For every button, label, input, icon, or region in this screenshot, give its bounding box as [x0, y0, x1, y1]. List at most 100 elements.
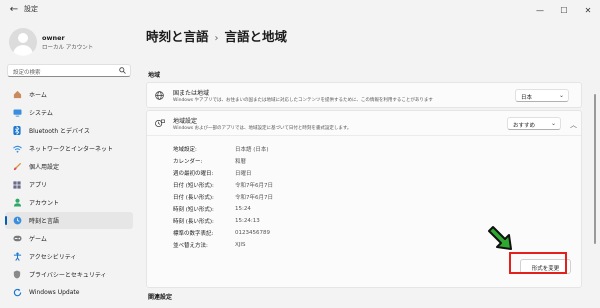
sidebar-item-label: アカウント — [29, 200, 60, 207]
chevron-up-icon[interactable]: ︿ — [570, 120, 577, 130]
search-icon — [119, 67, 126, 76]
account-icon — [9, 194, 25, 211]
format-key: 標準の数字表記: — [173, 231, 214, 237]
format-value: 15:24:13 — [235, 218, 260, 224]
sidebar-item-apps[interactable]: アプリ — [5, 176, 133, 193]
chevron-down-icon: ⌄ — [558, 92, 564, 99]
accessibility-icon — [9, 248, 25, 265]
sidebar-item-label: アクセシビリティ — [29, 254, 77, 261]
window-title: 設定 — [24, 5, 38, 13]
regional-format-icon — [155, 119, 165, 130]
format-row: 日付 (長い形式): 令和7年6月7日 — [173, 191, 473, 203]
highlight-box — [509, 252, 567, 274]
sidebar-item-network[interactable]: ネットワークとインターネット — [5, 140, 133, 157]
format-key: 日付 (長い形式): — [173, 195, 214, 201]
format-value: XJIS — [235, 242, 246, 248]
page-title: 言語と地域 — [224, 29, 288, 44]
apps-icon — [9, 176, 25, 193]
format-row: 週の最初の曜日: 日曜日 — [173, 167, 473, 179]
system-icon — [9, 104, 25, 121]
search-input[interactable]: 設定の検索 — [7, 64, 131, 77]
format-row: 並べ替え方法: XJIS — [173, 239, 473, 251]
sidebar-item-label: Bluetooth とデバイス — [29, 128, 90, 135]
section-region-heading: 地域 — [148, 72, 161, 79]
regional-format-dropdown[interactable]: おすすめ ⌄ — [507, 117, 561, 130]
sidebar-nav: ホーム システム Bluetooth とデバイス ネットワークとインターネット — [5, 86, 133, 302]
country-dropdown[interactable]: 日本 ⌄ — [515, 89, 569, 102]
brush-icon — [9, 158, 25, 175]
sidebar-item-privacy[interactable]: プライバシーとセキュリティ — [5, 266, 133, 283]
breadcrumb-parent[interactable]: 時刻と言語 — [146, 29, 209, 44]
format-value: 15:24 — [235, 206, 251, 212]
country-region-card: 国または地域 Windows やアプリでは、お住まいの国または地域に対応したコン… — [146, 82, 582, 108]
sidebar-item-time-language[interactable]: 時刻と言語 — [5, 212, 133, 229]
sidebar-item-label: システム — [29, 110, 53, 117]
format-row: 標準の数字表記: 0123456789 — [173, 227, 473, 239]
format-key: 時刻 (長い形式): — [173, 219, 214, 225]
user-profile[interactable]: owner ローカル アカウント — [9, 28, 134, 62]
pointer-arrow-icon — [486, 224, 516, 254]
format-value: 令和7年6月7日 — [235, 183, 273, 189]
window-controls: — ☐ ✕ — [528, 0, 600, 20]
regional-format-description: Windows および一部のアプリでは、地域設定に基づいて日付と時刻を書式設定し… — [173, 126, 352, 131]
country-value: 日本 — [521, 95, 533, 101]
country-description: Windows やアプリでは、お住まいの国または地域に対応したコンテンツを提供す… — [173, 98, 433, 103]
globe-icon — [155, 91, 164, 102]
sidebar-item-label: アプリ — [29, 182, 48, 189]
sidebar: owner ローカル アカウント 設定の検索 ホーム システム Bluetoot… — [0, 20, 140, 308]
network-icon — [9, 140, 25, 157]
format-value: 日本語 (日本) — [235, 147, 269, 153]
sidebar-item-system[interactable]: システム — [5, 104, 133, 121]
title-bar: ← 設定 — ☐ ✕ — [0, 0, 600, 20]
divider — [147, 135, 581, 136]
time-language-icon — [9, 212, 25, 229]
regional-format-title: 地域設定 — [173, 118, 198, 125]
sidebar-item-gaming[interactable]: ゲーム — [5, 230, 133, 247]
chevron-down-icon: ⌄ — [550, 120, 556, 127]
search-placeholder: 設定の検索 — [13, 70, 41, 76]
format-value: 和暦 — [235, 159, 247, 165]
format-row: 時刻 (長い形式): 15:24:13 — [173, 215, 473, 227]
minimize-button[interactable]: — — [528, 0, 552, 20]
format-value: 令和7年6月7日 — [235, 195, 273, 201]
close-button[interactable]: ✕ — [576, 0, 600, 20]
format-row: 日付 (短い形式): 令和7年6月7日 — [173, 179, 473, 191]
sidebar-item-accounts[interactable]: アカウント — [5, 194, 133, 211]
sidebar-item-label: 個人用設定 — [29, 164, 60, 171]
sidebar-item-accessibility[interactable]: アクセシビリティ — [5, 248, 133, 265]
format-row: 時刻 (短い形式): 15:24 — [173, 203, 473, 215]
format-key: 並べ替え方法: — [173, 243, 208, 249]
update-icon — [9, 284, 25, 301]
breadcrumb: 時刻と言語 › 言語と地域 — [146, 26, 287, 45]
home-icon — [9, 86, 25, 103]
shield-icon — [9, 266, 25, 283]
sidebar-item-home[interactable]: ホーム — [5, 86, 133, 103]
sidebar-item-label: ホーム — [29, 92, 47, 99]
scrollbar[interactable] — [594, 94, 596, 244]
format-value: 日曜日 — [235, 171, 252, 177]
sidebar-item-label: プライバシーとセキュリティ — [29, 272, 107, 279]
regional-format-details: 地域設定: 日本語 (日本) カレンダー: 和暦 週の最初の曜日: 日曜日 日付 (短… — [173, 143, 473, 251]
format-key: 地域設定: — [173, 147, 197, 153]
breadcrumb-separator: › — [214, 33, 219, 44]
bluetooth-icon — [9, 122, 25, 139]
country-title: 国または地域 — [173, 90, 210, 97]
section-related-heading: 関連設定 — [148, 294, 173, 301]
profile-name: owner — [42, 34, 65, 42]
sidebar-item-bluetooth[interactable]: Bluetooth とデバイス — [5, 122, 133, 139]
sidebar-item-personalization[interactable]: 個人用設定 — [5, 158, 133, 175]
sidebar-item-label: ネットワークとインターネット — [29, 146, 114, 153]
back-arrow-icon[interactable]: ← — [7, 3, 21, 17]
format-key: カレンダー: — [173, 159, 203, 165]
format-row: カレンダー: 和暦 — [173, 155, 473, 167]
sidebar-item-label: 時刻と言語 — [29, 218, 60, 225]
regional-format-value: おすすめ — [513, 123, 536, 129]
profile-account-type: ローカル アカウント — [42, 45, 94, 51]
format-value: 0123456789 — [235, 230, 270, 236]
maximize-button[interactable]: ☐ — [552, 0, 576, 20]
game-icon — [9, 230, 25, 247]
format-key: 週の最初の曜日: — [173, 171, 214, 177]
sidebar-item-windows-update[interactable]: Windows Update — [5, 284, 133, 301]
avatar — [9, 28, 37, 56]
format-key: 日付 (短い形式): — [173, 183, 214, 189]
